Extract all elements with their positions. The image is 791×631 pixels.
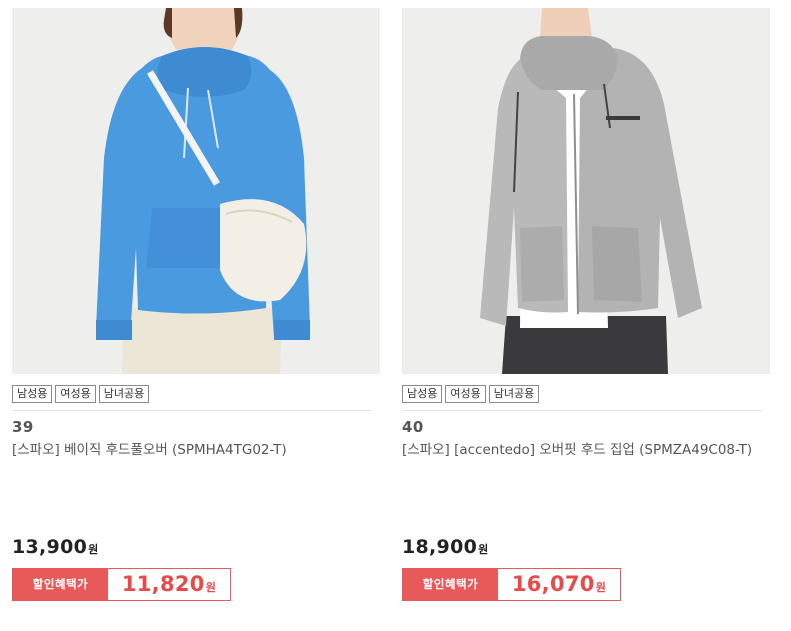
tag-women: 여성용: [55, 385, 96, 403]
product-name-link[interactable]: [스파오] [accentedo] 오버핏 후드 집업 (SPMZA49C08-…: [402, 440, 758, 461]
tag-men: 남성용: [402, 385, 443, 403]
sale-label: 할인혜택가: [403, 569, 498, 600]
original-price-value: 13,900: [12, 536, 88, 558]
product-image-gray-zip-hoodie[interactable]: [402, 8, 770, 374]
sale-price-value: 11,820: [121, 572, 205, 596]
gender-tags: 남성용 여성용 남녀공용: [402, 385, 540, 403]
gender-tags: 남성용 여성용 남녀공용: [12, 385, 150, 403]
original-price: 18,900원: [402, 536, 489, 558]
product-image-blue-hoodie[interactable]: [12, 8, 380, 374]
tag-women: 여성용: [445, 385, 486, 403]
won-unit: 원: [595, 581, 607, 594]
divider: [12, 410, 372, 411]
sale-price-box: 할인혜택가 11,820원: [12, 568, 231, 601]
original-price-value: 18,900: [402, 536, 478, 558]
sale-price-box: 할인혜택가 16,070원: [402, 568, 621, 601]
won-unit: 원: [88, 543, 99, 556]
tag-men: 남성용: [12, 385, 53, 403]
won-unit: 원: [478, 543, 489, 556]
won-unit: 원: [205, 581, 217, 594]
product-name-link[interactable]: [스파오] 베이직 후드풀오버 (SPMHA4TG02-T): [12, 440, 368, 461]
tag-unisex: 남녀공용: [488, 385, 540, 403]
sale-price-value: 16,070: [511, 572, 595, 596]
sale-price: 16,070원: [498, 569, 620, 600]
tag-unisex: 남녀공용: [98, 385, 150, 403]
divider: [402, 410, 762, 411]
product-rank: 39: [12, 418, 34, 436]
product-card[interactable]: 남성용 여성용 남녀공용 39 [스파오] 베이직 후드풀오버 (SPMHA4T…: [12, 8, 380, 628]
sale-price: 11,820원: [108, 569, 230, 600]
product-rank: 40: [402, 418, 424, 436]
sale-label: 할인혜택가: [13, 569, 108, 600]
original-price: 13,900원: [12, 536, 99, 558]
product-card[interactable]: 남성용 여성용 남녀공용 40 [스파오] [accentedo] 오버핏 후드…: [402, 8, 770, 628]
